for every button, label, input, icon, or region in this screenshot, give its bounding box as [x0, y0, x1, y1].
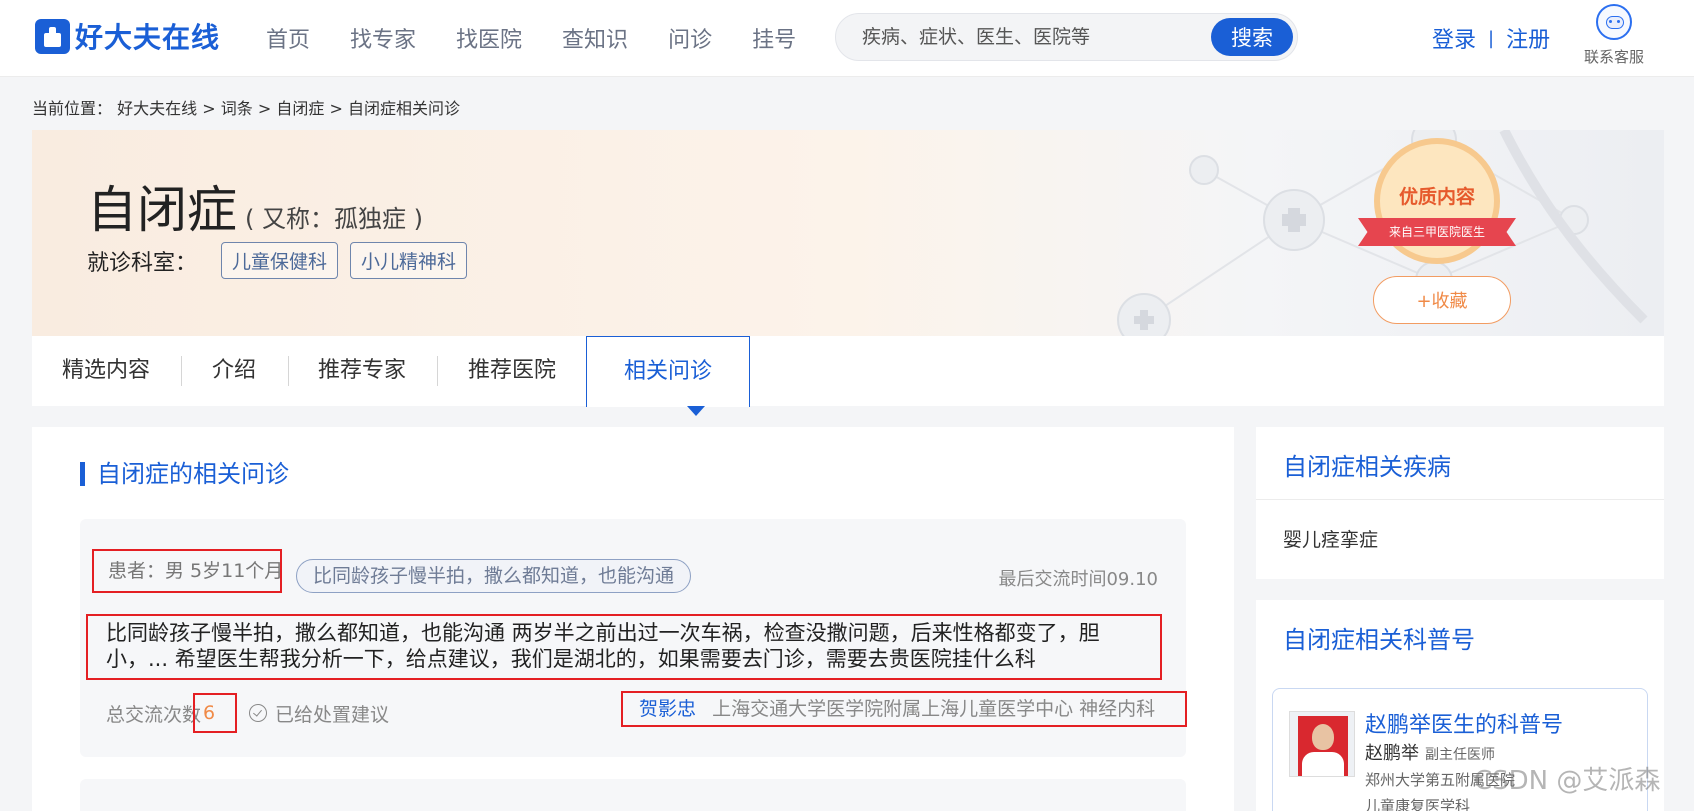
content-tabs: 精选内容 介绍 推荐专家 推荐医院 相关问诊 — [32, 336, 1664, 416]
popsci-card-title[interactable]: 赵鹏举医生的科普号 — [1365, 707, 1563, 739]
popsci-department: 儿童康复医学科 — [1365, 797, 1471, 811]
search-bar: 搜索 — [835, 13, 1298, 61]
breadcrumb-sep: > — [257, 99, 272, 118]
exchange-count: 6 — [193, 693, 238, 733]
disease-banner: 自闭症 ( 又称：孤独症 ) 就诊科室： 儿童保健科 小儿精神科 优质内容 来自… — [32, 130, 1664, 336]
search-button[interactable]: 搜索 — [1211, 18, 1293, 56]
logo-text: 好大夫在线 — [75, 21, 221, 54]
breadcrumb-sep: > — [329, 99, 343, 118]
customer-service[interactable]: 联系客服 — [1578, 4, 1650, 67]
question-tag[interactable]: 比同龄孩子慢半拍，撒么都知道，也能沟通 — [296, 559, 692, 593]
breadcrumb-current: 自闭症相关问诊 — [347, 99, 460, 118]
watermark: CSDN @艾派森 — [1474, 766, 1661, 796]
section-title: 自闭症的相关问诊 — [80, 462, 289, 486]
divider — [1256, 499, 1664, 500]
department-tag-child-health[interactable]: 儿童保健科 — [221, 242, 339, 279]
nav-register-appointment[interactable]: 挂号 — [752, 22, 796, 54]
auth-separator: | — [1488, 27, 1495, 49]
login-link[interactable]: 登录 — [1432, 22, 1476, 54]
disease-title: 自闭症 — [87, 181, 237, 239]
nav-knowledge[interactable]: 查知识 — [562, 22, 628, 54]
tab-recommended-experts[interactable]: 推荐专家 — [318, 336, 406, 406]
last-exchange-time: 最后交流时间09.10 — [998, 569, 1158, 590]
doctor-info: 贺影忠 上海交通大学医学院附属上海儿童医学中心 神经内科 — [621, 691, 1187, 727]
nav-hospitals[interactable]: 找医院 — [456, 22, 522, 54]
doctor-hospital: 上海交通大学医学院附属上海儿童医学中心 — [712, 698, 1074, 720]
tab-divider — [288, 356, 289, 386]
register-link[interactable]: 注册 — [1506, 22, 1550, 54]
tab-intro[interactable]: 介绍 — [212, 336, 256, 406]
consultation-meta: 总交流次数 6 已给处置建议 — [106, 693, 389, 733]
doctor-department: 神经内科 — [1079, 698, 1156, 720]
breadcrumb: 当前位置： 好大夫在线 > 词条 > 自闭症 > 自闭症相关问诊 — [32, 95, 460, 119]
advice-status-text: 已给处置建议 — [275, 703, 390, 726]
department-label: 就诊科室： — [87, 250, 198, 276]
favorite-button[interactable]: +收藏 — [1373, 276, 1511, 324]
tab-featured[interactable]: 精选内容 — [62, 336, 150, 406]
quality-content-badge: 优质内容 来自三甲医院医生 — [1358, 138, 1516, 278]
consultation-card[interactable]: 患者：男 5岁11个月 比同龄孩子慢半拍，撒么都知道，也能沟通 最后交流时间09… — [80, 519, 1187, 757]
consultation-card-next[interactable] — [80, 779, 1186, 811]
nav-experts[interactable]: 找专家 — [350, 22, 416, 54]
top-header: 好大夫在线 首页 找专家 找医院 查知识 问诊 挂号 搜索 登录 | 注册 联系… — [0, 0, 1694, 77]
customer-service-label: 联系客服 — [1583, 48, 1644, 66]
nav-consult[interactable]: 问诊 — [668, 22, 712, 54]
question-body[interactable]: 比同龄孩子慢半拍，撒么都知道，也能沟通 两岁半之前出过一次车祸，检查没撒问题，后… — [86, 614, 1162, 680]
badge-ribbon: 来自三甲医院医生 — [1358, 218, 1516, 246]
department-tag-child-psychiatry[interactable]: 小儿精神科 — [350, 242, 468, 279]
tab-divider — [437, 356, 438, 386]
related-disease-item[interactable]: 婴儿痉挛症 — [1283, 525, 1378, 552]
breadcrumb-entries[interactable]: 词条 — [221, 99, 253, 118]
related-diseases-title: 自闭症相关疾病 — [1283, 453, 1451, 481]
department-row: 就诊科室： 儿童保健科 小儿精神科 — [87, 242, 468, 279]
badge-main-text: 优质内容 — [1398, 186, 1475, 208]
disease-alias: ( 又称：孤独症 ) — [245, 205, 423, 233]
doctor-name-link[interactable]: 贺影忠 — [639, 698, 696, 720]
doctor-avatar — [1289, 711, 1355, 777]
tab-divider — [181, 356, 182, 386]
tab-related-consultations[interactable]: 相关问诊 — [586, 336, 750, 407]
patient-info: 患者：男 5岁11个月 — [92, 549, 283, 593]
popsci-title: 自闭症相关科普号 — [1283, 626, 1475, 654]
popsci-doctor-name: 赵鹏举 — [1365, 743, 1419, 764]
tab-recommended-hospitals[interactable]: 推荐医院 — [468, 336, 556, 406]
auth-links: 登录 | 注册 — [1432, 22, 1550, 54]
search-input[interactable] — [862, 24, 1182, 50]
related-diseases-panel: 自闭症相关疾病 婴儿痉挛症 — [1256, 427, 1664, 579]
breadcrumb-sep: > — [202, 99, 216, 118]
active-tab-indicator — [687, 406, 705, 416]
main-nav: 首页 找专家 找医院 查知识 问诊 挂号 — [266, 22, 836, 54]
exchange-count-label: 总交流次数 — [106, 703, 202, 726]
check-circle-icon — [249, 704, 268, 722]
breadcrumb-home[interactable]: 好大夫在线 — [117, 99, 197, 118]
site-logo[interactable]: 好大夫在线 — [35, 18, 220, 54]
title-row: 自闭症 ( 又称：孤独症 ) — [87, 170, 423, 242]
nav-home[interactable]: 首页 — [266, 22, 310, 54]
logo-icon — [35, 18, 70, 54]
main-panel: 自闭症的相关问诊 患者：男 5岁11个月 比同龄孩子慢半拍，撒么都知道，也能沟通… — [32, 427, 1234, 811]
breadcrumb-disease[interactable]: 自闭症 — [276, 99, 324, 118]
advice-status: 已给处置建议 — [249, 700, 389, 727]
breadcrumb-prefix: 当前位置： — [32, 99, 113, 118]
customer-service-icon — [1596, 4, 1632, 40]
